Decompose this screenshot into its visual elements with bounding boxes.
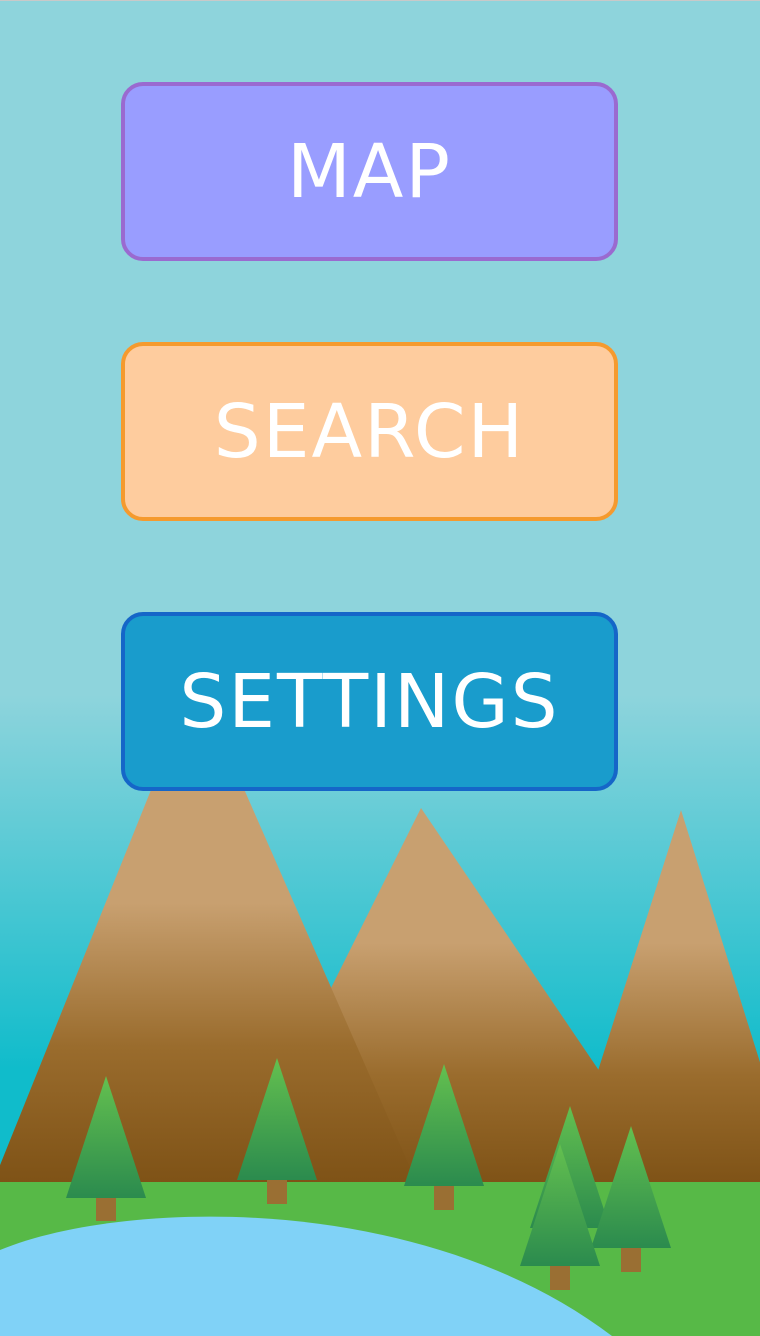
settings-button[interactable]: SETTINGS xyxy=(121,612,618,791)
top-divider xyxy=(0,0,760,1)
search-button[interactable]: SEARCH xyxy=(121,342,618,521)
map-button[interactable]: MAP xyxy=(121,82,618,261)
